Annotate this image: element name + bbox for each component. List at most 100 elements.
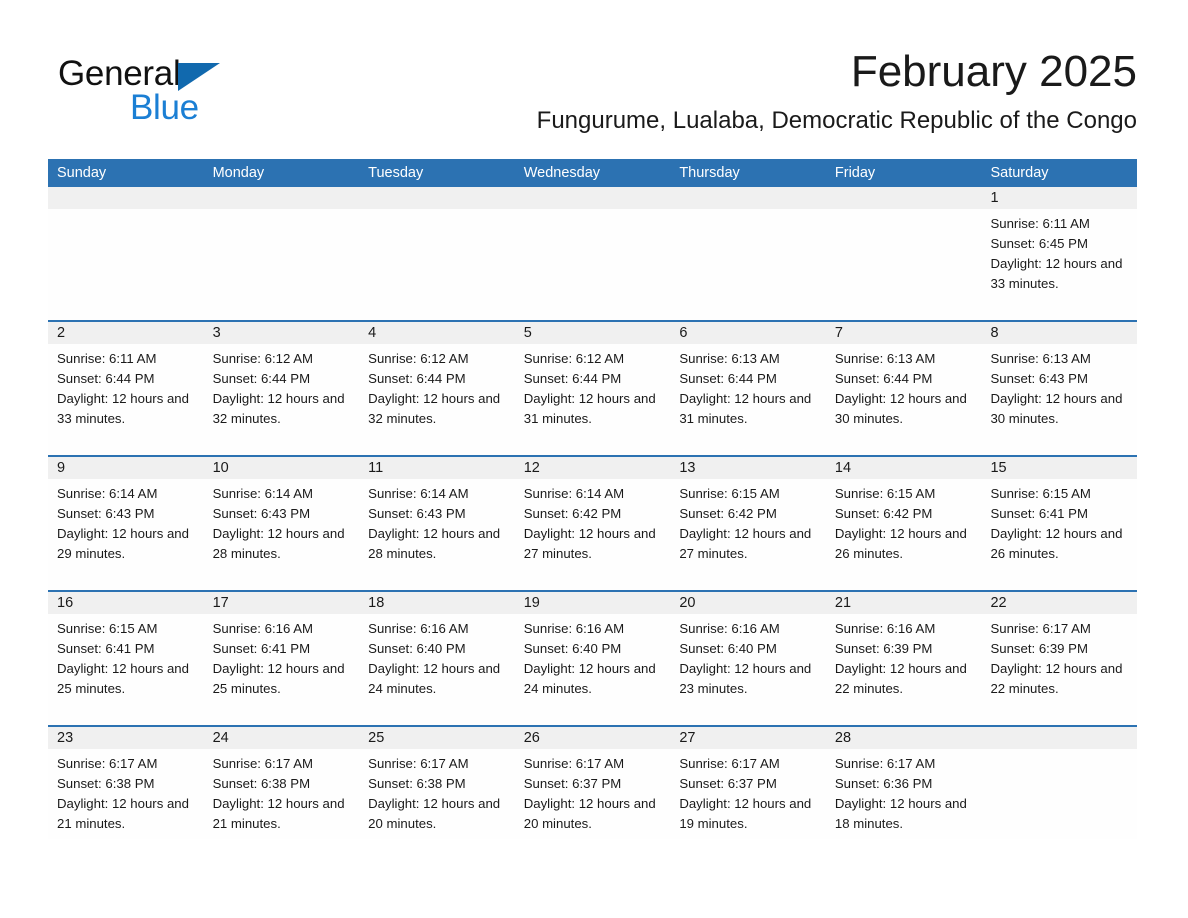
day-details	[981, 749, 1137, 754]
day-cell-3[interactable]: 3 Sunrise: 6:12 AM Sunset: 6:44 PM Daylight…	[203, 322, 360, 455]
daylight-text: Daylight: 12 hours and 31 minutes.	[523, 391, 656, 426]
sunrise-text: Sunrise: 6:16 AM	[834, 621, 936, 636]
day-cell-8[interactable]: 8 Sunrise: 6:13 AM Sunset: 6:43 PM Daylight…	[981, 322, 1138, 455]
day-cell-1[interactable]: 1 Sunrise: 6:11 AM Sunset: 6:45 PM Daylight…	[981, 187, 1138, 320]
day-cell-22[interactable]: 22 Sunrise: 6:17 AM Sunset: 6:39 PM Dayligh…	[981, 592, 1138, 725]
day-cell-18[interactable]: 18 Sunrise: 6:16 AM Sunset: 6:40 PM Dayligh…	[359, 592, 515, 725]
sunset-text: Sunset: 6:43 PM	[57, 506, 155, 521]
calendar-week-row: 23 Sunrise: 6:17 AM Sunset: 6:38 PM Dayligh…	[48, 725, 1138, 839]
day-number-band: 2	[48, 322, 204, 344]
calendar-grid: Sunday Monday Tuesday Wednesday Thursday Frid…	[48, 159, 1138, 839]
sunrise-text: Sunrise: 6:16 AM	[523, 621, 625, 636]
daylight-text: Daylight: 12 hours and 28 minutes.	[212, 526, 345, 561]
day-cell-4[interactable]: 4 Sunrise: 6:12 AM Sunset: 6:44 PM Daylight…	[359, 322, 515, 455]
day-number-band	[203, 187, 360, 209]
day-details: Sunrise: 6:12 AM Sunset: 6:44 PM Daylight:…	[515, 344, 671, 429]
day-cell-2[interactable]: 2 Sunrise: 6:11 AM Sunset: 6:44 PM Daylight…	[48, 322, 204, 455]
day-number-band	[48, 187, 204, 209]
day-details: Sunrise: 6:12 AM Sunset: 6:44 PM Daylight:…	[204, 344, 360, 429]
day-cell-23[interactable]: 23 Sunrise: 6:17 AM Sunset: 6:38 PM Dayligh…	[48, 727, 204, 839]
day-number-band: 5	[514, 322, 671, 344]
day-cell-7[interactable]: 7 Sunrise: 6:13 AM Sunset: 6:44 PM Daylight…	[825, 322, 982, 455]
sunset-text: Sunset: 6:44 PM	[679, 371, 777, 386]
day-details	[670, 209, 826, 214]
day-number: 20	[679, 595, 696, 611]
day-cell-10[interactable]: 10 Sunrise: 6:14 AM Sunset: 6:43 PM Dayligh…	[203, 457, 360, 590]
day-cell-27[interactable]: 27 Sunrise: 6:17 AM Sunset: 6:37 PM Dayligh…	[670, 727, 826, 839]
day-cell-19[interactable]: 19 Sunrise: 6:16 AM Sunset: 6:40 PM Dayligh…	[514, 592, 671, 725]
day-number: 23	[57, 730, 74, 746]
calendar-page: General Blue February 2025 Fungurume, Lu…	[0, 0, 1188, 918]
sunset-text: Sunset: 6:42 PM	[523, 506, 622, 521]
daylight-text: Daylight: 12 hours and 24 minutes.	[523, 661, 656, 696]
day-number-band: 8	[981, 322, 1138, 344]
day-number-band: 16	[48, 592, 204, 614]
day-number: 17	[212, 595, 229, 611]
sunset-text: Sunset: 6:43 PM	[368, 506, 466, 521]
day-number	[48, 190, 57, 206]
day-cell-20[interactable]: 20 Sunrise: 6:16 AM Sunset: 6:40 PM Dayligh…	[670, 592, 826, 725]
daylight-text: Daylight: 12 hours and 30 minutes.	[990, 391, 1123, 426]
day-cell-26[interactable]: 26 Sunrise: 6:17 AM Sunset: 6:37 PM Dayligh…	[514, 727, 671, 839]
day-number	[826, 190, 835, 206]
day-number: 25	[368, 730, 385, 746]
calendar-body: 1 Sunrise: 6:11 AM Sunset: 6:45 PM Daylight…	[48, 187, 1138, 839]
day-cell-17[interactable]: 17 Sunrise: 6:16 AM Sunset: 6:41 PM Dayligh…	[203, 592, 360, 725]
sunrise-text: Sunrise: 6:16 AM	[679, 621, 780, 636]
day-details: Sunrise: 6:17 AM Sunset: 6:36 PM Daylight:…	[826, 749, 982, 834]
sunset-text: Sunset: 6:43 PM	[212, 506, 311, 521]
sunrise-text: Sunrise: 6:17 AM	[679, 756, 780, 771]
day-cell-21[interactable]: 21 Sunrise: 6:16 AM Sunset: 6:39 PM Dayligh…	[825, 592, 982, 725]
day-cell-28[interactable]: 28 Sunrise: 6:17 AM Sunset: 6:36 PM Dayligh…	[825, 727, 982, 839]
day-cell-25[interactable]: 25 Sunrise: 6:17 AM Sunset: 6:38 PM Dayligh…	[359, 727, 515, 839]
logo-blue-text: Blue	[130, 88, 199, 127]
day-number-band	[670, 187, 826, 209]
day-number-band: 23	[48, 727, 204, 749]
day-details: Sunrise: 6:14 AM Sunset: 6:42 PM Daylight:…	[515, 479, 671, 564]
day-number: 8	[990, 325, 999, 341]
day-number-band: 11	[359, 457, 515, 479]
day-cell-13[interactable]: 13 Sunrise: 6:15 AM Sunset: 6:42 PM Dayligh…	[670, 457, 826, 590]
day-cell-15[interactable]: 15 Sunrise: 6:15 AM Sunset: 6:41 PM Dayligh…	[981, 457, 1138, 590]
day-details: Sunrise: 6:15 AM Sunset: 6:42 PM Daylight:…	[670, 479, 826, 564]
day-number-band	[359, 187, 515, 209]
day-number: 18	[368, 595, 385, 611]
sunset-text: Sunset: 6:39 PM	[834, 641, 933, 656]
sunset-text: Sunset: 6:44 PM	[212, 371, 311, 386]
day-number: 27	[679, 730, 696, 746]
day-cell-6[interactable]: 6 Sunrise: 6:13 AM Sunset: 6:44 PM Daylight…	[670, 322, 826, 455]
day-number-band: 1	[981, 187, 1138, 209]
day-cell-empty	[670, 187, 826, 320]
page-title: February 2025	[850, 47, 1137, 96]
day-cell-9[interactable]: 9 Sunrise: 6:14 AM Sunset: 6:43 PM Daylight…	[48, 457, 204, 590]
day-details: Sunrise: 6:16 AM Sunset: 6:39 PM Daylight:…	[826, 614, 982, 699]
day-number: 12	[523, 460, 540, 476]
day-details: Sunrise: 6:16 AM Sunset: 6:40 PM Daylight:…	[359, 614, 515, 699]
day-cell-14[interactable]: 14 Sunrise: 6:15 AM Sunset: 6:42 PM Dayligh…	[825, 457, 982, 590]
day-details: Sunrise: 6:15 AM Sunset: 6:41 PM Daylight:…	[981, 479, 1137, 564]
sunset-text: Sunset: 6:41 PM	[990, 506, 1088, 521]
day-details: Sunrise: 6:16 AM Sunset: 6:40 PM Daylight:…	[515, 614, 671, 699]
weekday-header-row: Sunday Monday Tuesday Wednesday Thursday Frid…	[48, 159, 1137, 187]
day-cell-24[interactable]: 24 Sunrise: 6:17 AM Sunset: 6:38 PM Dayligh…	[203, 727, 360, 839]
page-subtitle: Fungurume, Lualaba, Democratic Republic …	[536, 107, 1137, 134]
day-cell-5[interactable]: 5 Sunrise: 6:12 AM Sunset: 6:44 PM Daylight…	[514, 322, 671, 455]
daylight-text: Daylight: 12 hours and 25 minutes.	[212, 661, 345, 696]
day-details: Sunrise: 6:17 AM Sunset: 6:37 PM Daylight:…	[670, 749, 826, 834]
day-number-band: 12	[514, 457, 671, 479]
day-number: 15	[990, 460, 1007, 476]
day-cell-11[interactable]: 11 Sunrise: 6:14 AM Sunset: 6:43 PM Dayligh…	[359, 457, 515, 590]
day-details	[204, 209, 360, 214]
calendar-week-row: 2 Sunrise: 6:11 AM Sunset: 6:44 PM Daylight…	[48, 320, 1138, 455]
day-cell-12[interactable]: 12 Sunrise: 6:14 AM Sunset: 6:42 PM Dayligh…	[514, 457, 671, 590]
day-cell-16[interactable]: 16 Sunrise: 6:15 AM Sunset: 6:41 PM Dayligh…	[48, 592, 204, 725]
day-details: Sunrise: 6:11 AM Sunset: 6:44 PM Daylight:…	[48, 344, 204, 429]
sunset-text: Sunset: 6:42 PM	[834, 506, 933, 521]
day-number: 4	[368, 325, 377, 341]
sunrise-text: Sunrise: 6:15 AM	[834, 486, 936, 501]
day-details: Sunrise: 6:13 AM Sunset: 6:44 PM Daylight:…	[670, 344, 826, 429]
sunset-text: Sunset: 6:44 PM	[368, 371, 466, 386]
sunrise-text: Sunrise: 6:17 AM	[212, 756, 314, 771]
general-blue-logo[interactable]: General Blue	[58, 54, 318, 130]
daylight-text: Daylight: 12 hours and 26 minutes.	[834, 526, 967, 561]
